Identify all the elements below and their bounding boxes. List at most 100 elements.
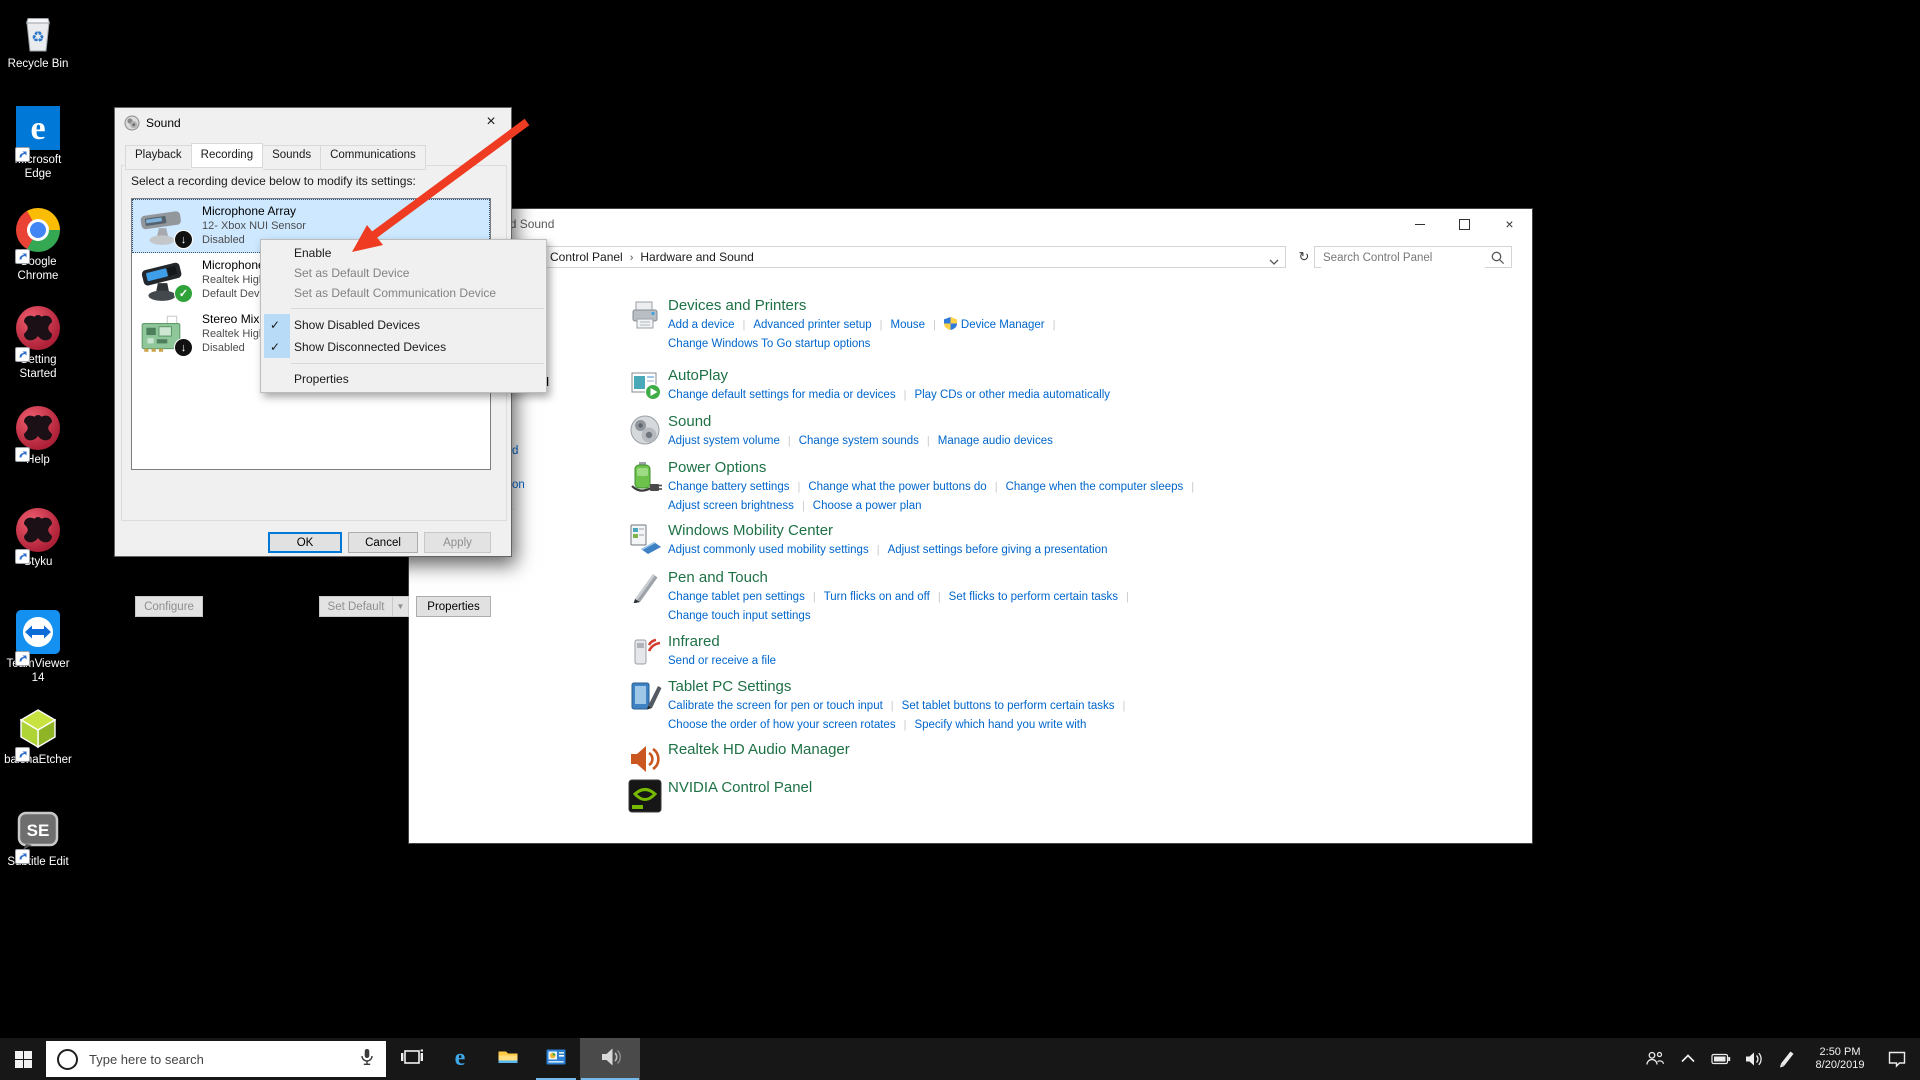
desktop-icon-microsoft-edge[interactable]: eMicrosoft Edge — [0, 106, 76, 181]
link-change-tablet-pen-settings[interactable]: Change tablet pen settings — [668, 591, 805, 603]
desktop-icon-teamviewer-14[interactable]: TeamViewer 14 — [0, 610, 76, 685]
link-adjust-system-volume[interactable]: Adjust system volume — [668, 435, 780, 447]
desktop-icon-help[interactable]: Help — [0, 406, 76, 467]
link-calibrate-the-screen-for-pen-or-touch-input[interactable]: Calibrate the screen for pen or touch in… — [668, 700, 883, 712]
maximize-button[interactable] — [1442, 209, 1487, 239]
tray-chevron-up-icon[interactable] — [1675, 1038, 1701, 1080]
link-device-manager[interactable]: Device Manager — [961, 319, 1045, 331]
desktop-icon-google-chrome[interactable]: Google Chrome — [0, 208, 76, 283]
link-set-tablet-buttons-to-perform-certain-tasks[interactable]: Set tablet buttons to perform certain ta… — [902, 700, 1115, 712]
address-bar[interactable]: Control Panel›Hardware and Sound — [499, 246, 1286, 268]
control-panel-search[interactable] — [1314, 246, 1512, 268]
category-title[interactable]: Pen and Touch — [668, 569, 768, 587]
set-default-button[interactable]: Set Default — [319, 596, 393, 617]
menu-item-properties[interactable]: Properties — [261, 369, 546, 389]
tab-playback[interactable]: Playback — [125, 145, 191, 170]
tray-people-icon[interactable] — [1642, 1038, 1668, 1080]
device-name: Microphone Array — [202, 204, 296, 218]
link-adjust-commonly-used-mobility-settings[interactable]: Adjust commonly used mobility settings — [668, 544, 869, 556]
link-set-flicks-to-perform-certain-tasks[interactable]: Set flicks to perform certain tasks — [949, 591, 1118, 603]
taskbar-edge-task[interactable]: e — [436, 1038, 484, 1080]
link-manage-audio-devices[interactable]: Manage audio devices — [938, 435, 1053, 447]
link-send-or-receive-a-file[interactable]: Send or receive a file — [668, 655, 776, 667]
menu-item-set-as-default-communication-device[interactable]: Set as Default Communication Device — [261, 283, 546, 303]
link-change-touch-input-settings[interactable]: Change touch input settings — [668, 610, 811, 622]
menu-item-show-disabled-devices[interactable]: ✓Show Disabled Devices — [261, 314, 546, 336]
taskbar-search[interactable] — [46, 1041, 386, 1077]
link-adjust-screen-brightness[interactable]: Adjust screen brightness — [668, 500, 794, 512]
breadcrumb-control-panel[interactable]: Control Panel — [550, 250, 623, 264]
category-title[interactable]: Windows Mobility Center — [668, 522, 833, 540]
taskbar-search-input[interactable] — [87, 1051, 358, 1068]
category-title[interactable]: Devices and Printers — [668, 297, 806, 315]
disabled-arrow-icon: ↓ — [174, 338, 193, 357]
minimize-button[interactable] — [1397, 209, 1442, 239]
taskbar-control-panel-task[interactable] — [532, 1038, 580, 1080]
link-separator: | — [788, 435, 791, 447]
control-panel-search-input[interactable] — [1321, 248, 1485, 268]
link-specify-which-hand-you-write-with[interactable]: Specify which hand you write with — [914, 719, 1086, 731]
control-panel-task-icon — [544, 1045, 568, 1074]
menu-item-show-disconnected-devices[interactable]: ✓Show Disconnected Devices — [261, 336, 546, 358]
category-title[interactable]: Infrared — [668, 633, 720, 651]
link-change-what-the-power-buttons-do[interactable]: Change what the power buttons do — [808, 481, 986, 493]
ok-button[interactable]: OK — [268, 532, 342, 553]
tab-communications[interactable]: Communications — [320, 145, 426, 170]
link-choose-the-order-of-how-your-screen-rotates[interactable]: Choose the order of how your screen rota… — [668, 719, 896, 731]
link-separator: | — [802, 500, 805, 512]
desktop-icon-recycle-bin[interactable]: ♻Recycle Bin — [0, 10, 76, 71]
tab-recording[interactable]: Recording — [191, 143, 263, 168]
desktop-icon-getting-started[interactable]: Getting Started — [0, 306, 76, 381]
link-choose-a-power-plan[interactable]: Choose a power plan — [813, 500, 922, 512]
link-play-cds-or-other-media-automatically[interactable]: Play CDs or other media automatically — [914, 389, 1110, 401]
address-dropdown-icon[interactable] — [1269, 255, 1279, 269]
start-button[interactable] — [0, 1038, 46, 1080]
desktop-icon-label: Styku — [0, 555, 76, 569]
tray-action-center-icon[interactable] — [1880, 1038, 1914, 1080]
category-title[interactable]: Power Options — [668, 459, 766, 477]
taskbar-clock[interactable]: 2:50 PM8/20/2019 — [1807, 1046, 1873, 1072]
category-title[interactable]: Tablet PC Settings — [668, 678, 791, 696]
link-mouse[interactable]: Mouse — [891, 319, 926, 331]
link-change-system-sounds[interactable]: Change system sounds — [799, 435, 919, 447]
taskbar-sound-speaker-task[interactable] — [580, 1038, 640, 1080]
link-advanced-printer-setup[interactable]: Advanced printer setup — [753, 319, 871, 331]
search-icon[interactable] — [1490, 250, 1506, 271]
link-adjust-settings-before-giving-a-presentation[interactable]: Adjust settings before giving a presenta… — [888, 544, 1108, 556]
cancel-button[interactable]: Cancel — [348, 532, 418, 553]
breadcrumb-hardware-and-sound[interactable]: Hardware and Sound — [640, 250, 753, 264]
link-add-a-device[interactable]: Add a device — [668, 319, 735, 331]
tab-sounds[interactable]: Sounds — [263, 145, 320, 170]
desktop-icon-styku[interactable]: Styku — [0, 508, 76, 569]
close-button[interactable]: × — [1487, 209, 1532, 239]
link-turn-flicks-on-and-off[interactable]: Turn flicks on and off — [824, 591, 930, 603]
tray-pen-icon[interactable] — [1774, 1038, 1800, 1080]
category-title[interactable]: Realtek HD Audio Manager — [668, 741, 850, 759]
tray-volume-icon[interactable] — [1741, 1038, 1767, 1080]
link-change-when-the-computer-sleeps[interactable]: Change when the computer sleeps — [1006, 481, 1184, 493]
set-default-dropdown[interactable]: ▼ — [392, 596, 409, 617]
category-title[interactable]: AutoPlay — [668, 367, 728, 385]
desktop-icon-balenaetcher[interactable]: balenaEtcher — [0, 706, 76, 767]
menu-item-enable[interactable]: Enable — [261, 243, 546, 263]
category-title[interactable]: NVIDIA Control Panel — [668, 779, 812, 797]
category-nvidia-control-panel: NVIDIA Control Panel — [624, 779, 1504, 797]
menu-item-set-as-default-device[interactable]: Set as Default Device — [261, 263, 546, 283]
refresh-button[interactable]: ↻ — [1293, 246, 1315, 268]
sound-dialog-titlebar[interactable]: Sound × — [115, 108, 511, 138]
desktop-icon-subtitle-edit[interactable]: SESubtitle Edit — [0, 808, 76, 869]
link-change-battery-settings[interactable]: Change battery settings — [668, 481, 789, 493]
dialog-close-button[interactable]: × — [471, 108, 511, 136]
category-title[interactable]: Sound — [668, 413, 711, 431]
tray-battery-icon[interactable] — [1708, 1038, 1734, 1080]
link-change-default-settings-for-media-or-devices[interactable]: Change default settings for media or dev… — [668, 389, 896, 401]
category-infrared: Infrared Send or receive a file — [624, 633, 1504, 670]
taskbar-task-view[interactable] — [388, 1038, 436, 1080]
control-panel-titlebar[interactable]: Hardware and Sound × — [409, 209, 1532, 239]
configure-button[interactable]: Configure — [135, 596, 203, 617]
properties-button[interactable]: Properties — [416, 596, 491, 617]
microphone-icon[interactable] — [358, 1048, 376, 1071]
apply-button[interactable]: Apply — [424, 532, 491, 553]
taskbar-explorer[interactable] — [484, 1038, 532, 1080]
link-change-windows-to-go-startup-options[interactable]: Change Windows To Go startup options — [668, 338, 870, 350]
